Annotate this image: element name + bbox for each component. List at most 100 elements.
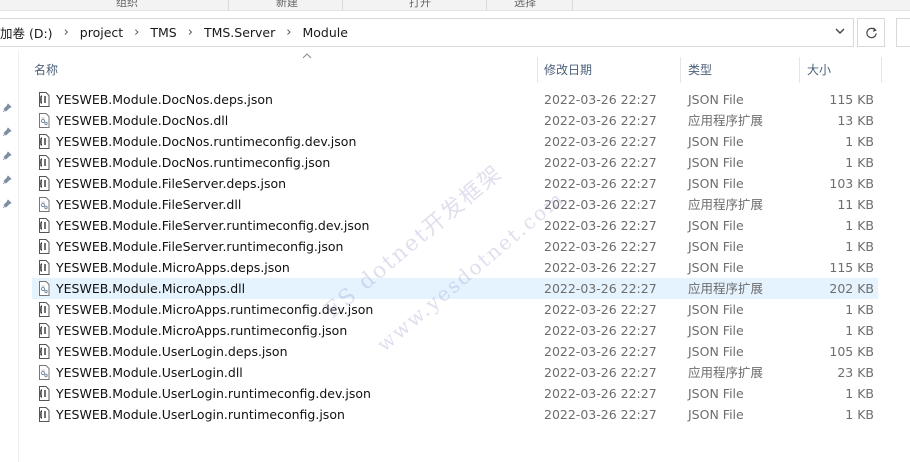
column-size[interactable]: 大小 [799,57,881,83]
file-modified-date: 2022-03-26 22:27 [544,407,657,422]
file-row[interactable]: YESWEB.Module.UserLogin.runtimeconfig.js… [32,404,878,425]
column-name[interactable]: 名称 [26,57,537,83]
file-row[interactable]: YESWEB.Module.FileServer.runtimeconfig.j… [32,236,878,257]
file-size: 1 KB [845,407,874,422]
file-modified-date: 2022-03-26 22:27 [544,176,657,191]
file-row[interactable]: YESWEB.Module.FileServer.runtimeconfig.d… [32,215,878,236]
file-size: 1 KB [845,386,874,401]
ribbon-group-open[interactable]: 打开 [409,0,431,10]
file-size: 1 KB [845,155,874,170]
ribbon-group-organize[interactable]: 组织 [116,0,138,10]
file-modified-date: 2022-03-26 22:27 [544,302,657,317]
file-row[interactable]: YESWEB.Module.MicroApps.runtimeconfig.de… [32,299,878,320]
breadcrumb-tms[interactable]: TMS [150,25,176,40]
file-name[interactable]: YESWEB.Module.FileServer.runtimeconfig.d… [56,215,369,236]
column-type[interactable]: 类型 [680,57,799,83]
refresh-button[interactable] [857,18,885,47]
file-modified-date: 2022-03-26 22:27 [544,260,657,275]
file-name[interactable]: YESWEB.Module.MicroApps.runtimeconfig.js… [56,320,347,341]
file-modified-date: 2022-03-26 22:27 [544,386,657,401]
address-bar[interactable]: 加卷 (D:) › project › TMS › TMS.Server › M… [0,18,854,47]
file-name[interactable]: YESWEB.Module.DocNos.deps.json [56,89,273,110]
file-name[interactable]: YESWEB.Module.MicroApps.dll [56,278,245,299]
file-name[interactable]: YESWEB.Module.FileServer.dll [56,194,241,215]
file-row[interactable]: YESWEB.Module.MicroApps.runtimeconfig.js… [32,320,878,341]
breadcrumb-chevron-icon[interactable]: › [134,25,139,40]
file-type: 应用程序扩展 [688,113,764,128]
pin-icon[interactable] [2,127,12,137]
json-file-icon [38,260,50,275]
file-size: 115 KB [829,92,874,107]
pin-icon[interactable] [2,151,12,161]
chevron-down-icon[interactable] [833,25,847,39]
ribbon-strip: 组织 新建 打开 选择 [0,0,910,11]
column-divider[interactable] [881,57,882,83]
file-type: JSON File [688,407,744,422]
file-row[interactable]: YESWEB.Module.DocNos.runtimeconfig.json 2… [32,152,878,173]
dll-file-icon [38,281,50,296]
file-modified-date: 2022-03-26 22:27 [544,281,657,296]
file-name[interactable]: YESWEB.Module.FileServer.deps.json [56,173,286,194]
file-name[interactable]: YESWEB.Module.DocNos.runtimeconfig.dev.j… [56,131,356,152]
file-type: 应用程序扩展 [688,365,764,380]
file-name[interactable]: YESWEB.Module.MicroApps.deps.json [56,257,290,278]
ribbon-divider [342,0,343,10]
file-row[interactable]: YESWEB.Module.DocNos.dll 2022-03-26 22:27… [32,110,878,131]
dll-file-icon [38,113,50,128]
file-row[interactable]: YESWEB.Module.FileServer.deps.json 2022-0… [32,173,878,194]
file-type: JSON File [688,218,744,233]
breadcrumb-drive[interactable]: 加卷 (D:) [0,23,53,42]
file-size: 1 KB [845,134,874,149]
file-row[interactable]: YESWEB.Module.UserLogin.runtimeconfig.de… [32,383,878,404]
file-row[interactable]: YESWEB.Module.MicroApps.deps.json 2022-03… [32,257,878,278]
json-file-icon [38,155,50,170]
file-name[interactable]: YESWEB.Module.UserLogin.deps.json [56,341,288,362]
file-size: 115 KB [829,260,874,275]
file-type: JSON File [688,134,744,149]
breadcrumb-chevron-icon[interactable]: › [64,25,69,40]
file-row[interactable]: YESWEB.Module.DocNos.deps.json 2022-03-26… [32,89,878,110]
file-name[interactable]: YESWEB.Module.UserLogin.runtimeconfig.js… [56,404,345,425]
pin-icon[interactable] [2,199,12,209]
file-row[interactable]: YESWEB.Module.UserLogin.deps.json 2022-03… [32,341,878,362]
breadcrumb-chevron-icon[interactable]: › [188,25,193,40]
file-type: JSON File [688,155,744,170]
json-file-icon [38,323,50,338]
search-box[interactable] [896,18,910,47]
dll-file-icon [38,197,50,212]
file-name[interactable]: YESWEB.Module.FileServer.runtimeconfig.j… [56,236,343,257]
breadcrumb-tms-server[interactable]: TMS.Server [204,25,275,40]
json-file-icon [38,302,50,317]
navigation-pane[interactable] [0,50,18,462]
file-size: 1 KB [845,239,874,254]
file-name[interactable]: YESWEB.Module.DocNos.dll [56,110,228,131]
file-type: JSON File [688,239,744,254]
file-name[interactable]: YESWEB.Module.MicroApps.runtimeconfig.de… [56,299,373,320]
breadcrumb-chevron-icon[interactable]: › [286,25,291,40]
json-file-icon [38,218,50,233]
file-type: JSON File [688,386,744,401]
column-date[interactable]: 修改日期 [536,57,680,83]
breadcrumb-module[interactable]: Module [302,25,347,40]
refresh-icon [865,27,877,39]
file-name[interactable]: YESWEB.Module.DocNos.runtimeconfig.json [56,152,330,173]
ribbon-divider [228,0,229,10]
ribbon-divider [572,0,573,10]
file-type: JSON File [688,302,744,317]
ribbon-group-new[interactable]: 新建 [276,0,298,10]
address-row: 加卷 (D:) › project › TMS › TMS.Server › M… [0,17,910,49]
file-row[interactable]: YESWEB.Module.MicroApps.dll 2022-03-26 22… [32,278,878,299]
file-row[interactable]: YESWEB.Module.DocNos.runtimeconfig.dev.j… [32,131,878,152]
pin-icon[interactable] [2,175,12,185]
pin-icon[interactable] [2,103,12,113]
file-row[interactable]: YESWEB.Module.UserLogin.dll 2022-03-26 22… [32,362,878,383]
file-modified-date: 2022-03-26 22:27 [544,239,657,254]
file-row[interactable]: YESWEB.Module.FileServer.dll 2022-03-26 2… [32,194,878,215]
ribbon-group-select[interactable]: 选择 [514,0,536,10]
json-file-icon [38,134,50,149]
file-name[interactable]: YESWEB.Module.UserLogin.dll [56,362,243,383]
json-file-icon [38,344,50,359]
file-name[interactable]: YESWEB.Module.UserLogin.runtimeconfig.de… [56,383,371,404]
file-size: 105 KB [829,344,874,359]
breadcrumb-project[interactable]: project [80,25,123,40]
